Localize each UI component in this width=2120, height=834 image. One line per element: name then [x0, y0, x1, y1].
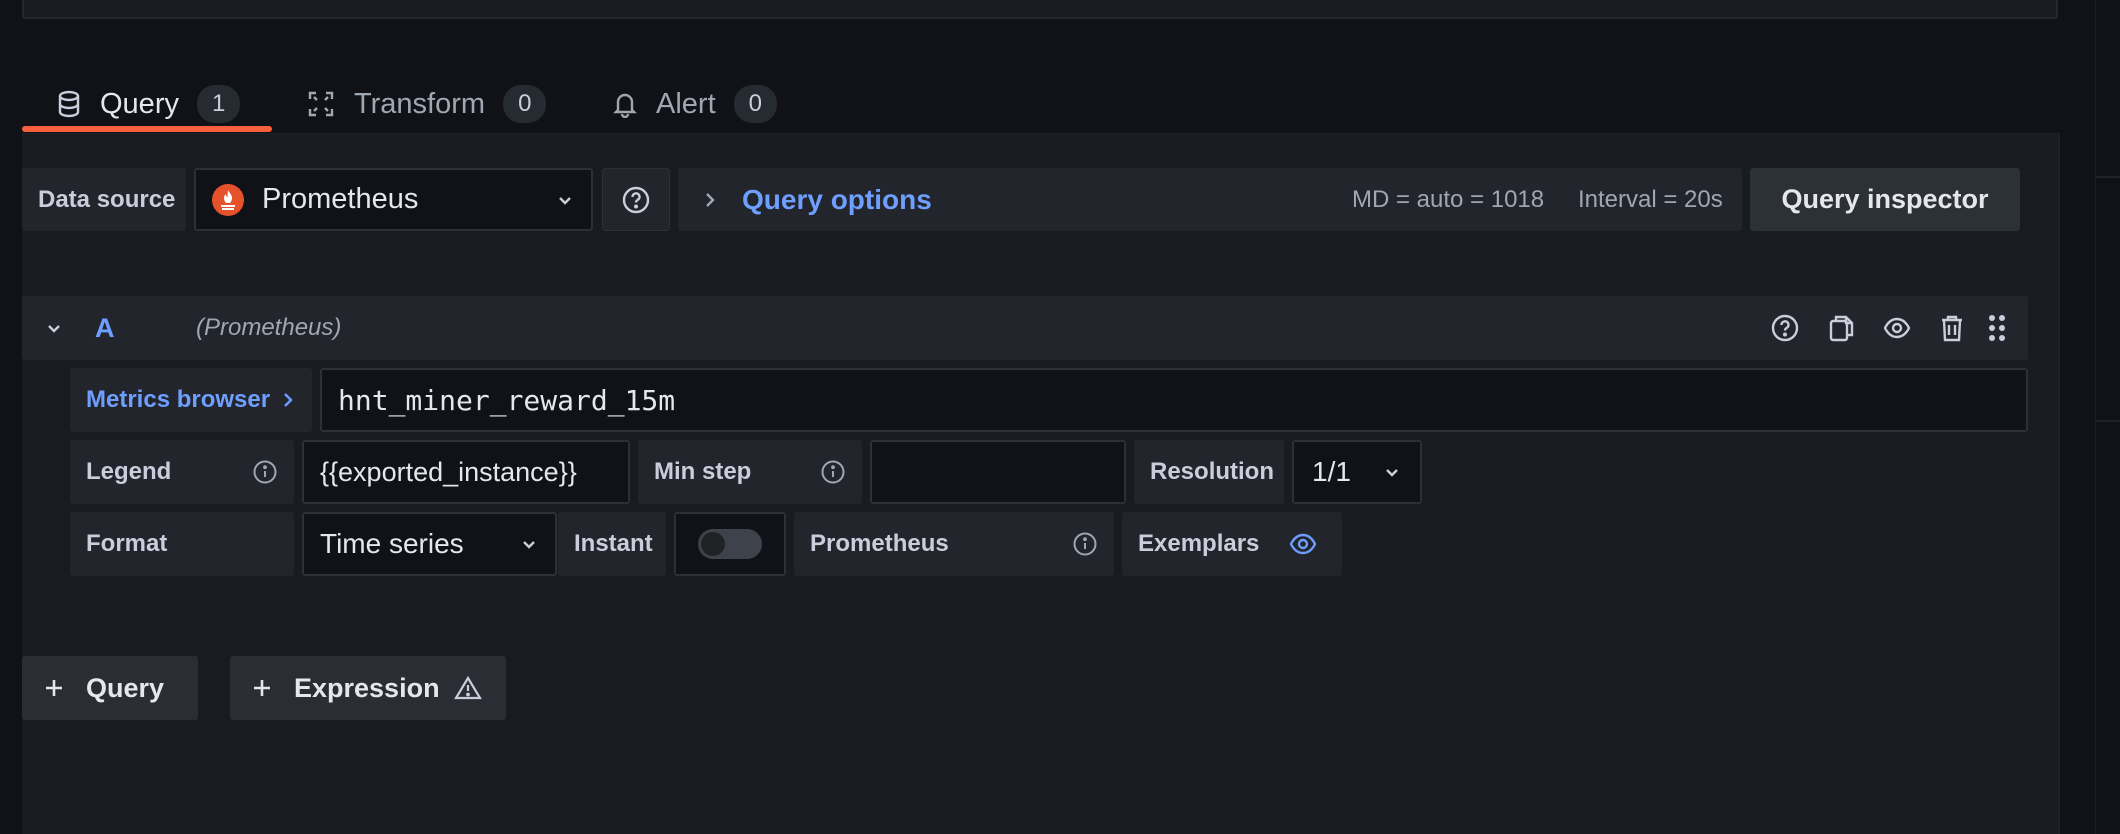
transform-icon	[306, 89, 336, 119]
info-icon[interactable]	[820, 459, 846, 485]
add-query-label: Query	[86, 672, 165, 703]
eye-icon[interactable]	[1882, 313, 1912, 343]
add-query-button[interactable]: Query	[22, 656, 198, 720]
resolution-select[interactable]: 1/1	[1292, 440, 1422, 504]
add-expression-label: Expression	[294, 672, 440, 703]
help-icon[interactable]	[1770, 313, 1800, 343]
tab-query-label: Query	[100, 87, 179, 120]
query-options-label: Query options	[742, 183, 932, 215]
exemplars-label: Exemplars	[1138, 530, 1260, 557]
tab-alert-label: Alert	[656, 87, 716, 120]
warning-icon	[453, 675, 482, 701]
min-step-input[interactable]	[870, 440, 1126, 504]
format-select[interactable]: Time series	[302, 512, 557, 576]
tab-transform-count: 0	[503, 85, 547, 123]
panel-right-border	[2058, 135, 2060, 834]
chevron-right-icon	[702, 190, 718, 210]
max-data-points-text: MD = auto = 1018	[1352, 185, 1545, 213]
chevron-down-icon	[555, 190, 575, 210]
query-options-bar: Query options MD = auto = 1018 Interval …	[678, 168, 1742, 231]
tab-query[interactable]: Query 1	[22, 74, 274, 134]
chevron-right-icon	[282, 391, 294, 409]
tab-alert[interactable]: Alert 0	[578, 74, 811, 134]
add-expression-button[interactable]: Expression	[230, 656, 506, 720]
tab-transform[interactable]: Transform 0	[272, 74, 580, 134]
format-label: Format	[70, 512, 294, 576]
duplicate-icon[interactable]	[1826, 313, 1856, 343]
min-step-label: Min step	[638, 440, 862, 504]
database-icon	[56, 90, 82, 118]
info-icon[interactable]	[1072, 531, 1098, 557]
resolution-label: Resolution	[1134, 440, 1284, 504]
instant-toggle[interactable]	[674, 512, 786, 576]
tab-query-count: 1	[196, 85, 241, 123]
data-source-label: Data source	[22, 168, 186, 231]
plus-icon	[42, 676, 66, 700]
interval-text: Interval = 20s	[1578, 185, 1723, 213]
prometheus-type-label: Prometheus	[794, 512, 1114, 576]
query-options-toggle[interactable]: Query options	[678, 184, 932, 216]
query-ref-id[interactable]: A	[95, 313, 115, 344]
previous-panel-frame	[22, 0, 2058, 19]
metrics-browser-label: Metrics browser	[86, 386, 271, 413]
metrics-browser-button[interactable]: Metrics browser	[70, 368, 312, 432]
plus-icon	[250, 676, 274, 700]
chevron-down-icon	[1382, 462, 1402, 482]
data-source-picker[interactable]: Prometheus	[194, 168, 593, 231]
query-inspector-button[interactable]: Query inspector	[1750, 168, 2020, 231]
active-tab-indicator	[22, 126, 272, 132]
query-datasource-hint: (Prometheus)	[196, 314, 342, 341]
legend-input[interactable]: {{exported_instance}}	[302, 440, 630, 504]
query-row-header: A (Prometheus)	[22, 296, 2028, 360]
eye-icon	[1288, 529, 1318, 559]
question-circle-icon	[621, 185, 651, 215]
legend-label: Legend	[70, 440, 294, 504]
chevron-down-icon	[519, 534, 539, 554]
drag-handle-icon[interactable]	[1988, 313, 2006, 343]
right-scroll-region	[2095, 0, 2120, 834]
bell-icon	[612, 90, 638, 118]
data-source-help-button[interactable]	[602, 168, 670, 231]
trash-icon[interactable]	[1938, 313, 1966, 343]
exemplars-toggle[interactable]: Exemplars	[1122, 512, 1342, 576]
tab-alert-count: 0	[733, 85, 777, 123]
instant-label: Instant	[558, 512, 666, 576]
info-icon[interactable]	[252, 459, 278, 485]
promql-query-input[interactable]: hnt_miner_reward_15m	[320, 368, 2028, 432]
toggle-track	[698, 529, 762, 559]
data-source-value: Prometheus	[262, 183, 419, 215]
collapse-chevron-icon[interactable]	[44, 318, 64, 338]
toggle-knob	[701, 532, 725, 556]
prometheus-logo-icon	[212, 183, 244, 216]
tab-transform-label: Transform	[354, 87, 486, 120]
